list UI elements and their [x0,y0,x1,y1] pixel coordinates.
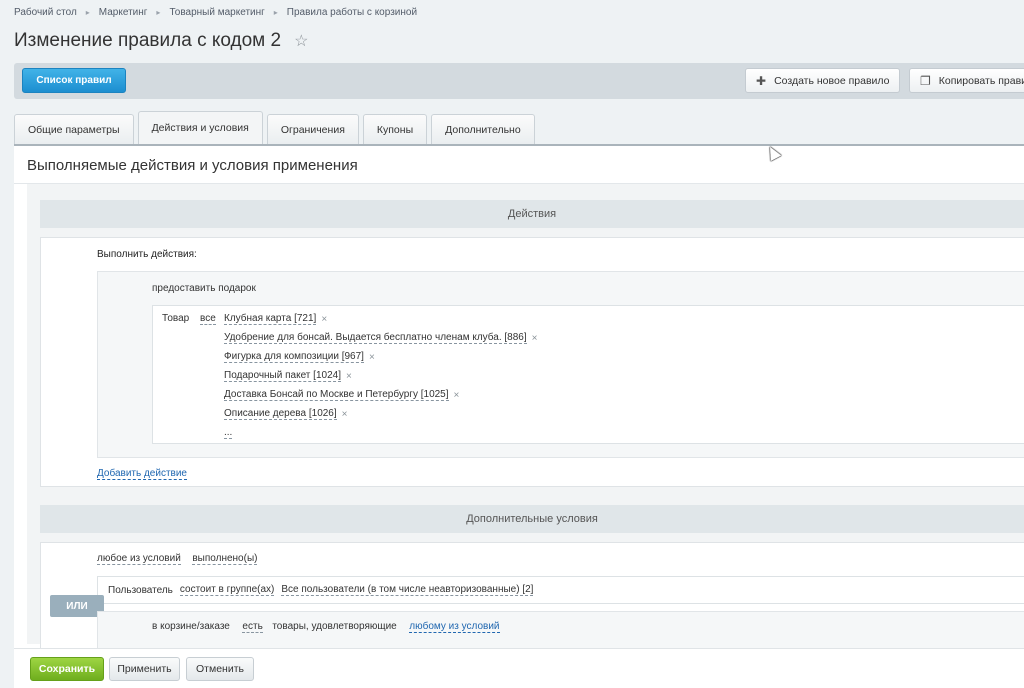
tab-bar: Общие параметры Действия и условия Огран… [14,111,539,145]
gift-item-label[interactable]: Подарочный пакет [1024] [224,370,341,382]
breadcrumb-item[interactable]: Правила работы с корзиной [287,7,417,18]
apply-button[interactable]: Применить [109,657,180,681]
execute-actions-label: Выполнить действия: [97,249,197,260]
gift-action-label: предоставить подарок [152,283,256,294]
tab-coupons[interactable]: Купоны [362,114,428,144]
chevron-right-icon: ▸ [273,8,278,17]
goods-matching-label: товары, удовлетворяющие [272,621,397,632]
remove-icon[interactable]: × [346,371,352,382]
actions-section-header: Действия [40,200,1024,228]
gift-item: Удобрение для бонсай. Выдается бесплатно… [224,332,537,344]
remove-icon[interactable]: × [321,314,327,325]
gift-item-label[interactable]: Доставка Бонсай по Москве и Петербургу [… [224,389,449,401]
gift-item: Описание дерева [1026] × [224,408,348,420]
page-title-text: Изменение правила с кодом 2 [14,30,282,51]
gift-item-label[interactable]: Удобрение для бонсай. Выдается бесплатно… [224,332,527,344]
product-label: Товар [162,313,190,324]
conditions-section-header: Дополнительные условия [40,505,1024,533]
rule-list-button[interactable]: Список правил [22,68,126,93]
member-of-selector[interactable]: состоит в группе(ах) [179,584,275,596]
page-title: Изменение правила с кодом 2 ☆ [14,30,308,52]
gift-item-label[interactable]: Клубная карта [721] [224,313,317,325]
remove-icon[interactable]: × [342,409,348,420]
add-action-link[interactable]: Добавить действие [97,468,187,480]
star-icon[interactable]: ☆ [294,31,308,51]
tab-additional[interactable]: Дополнительно [431,114,535,144]
gift-item: Клубная карта [721] × [224,313,327,325]
or-badge: ИЛИ [50,595,104,617]
basket-condition: в корзине/заказе есть товары, удовлетвор… [152,621,500,633]
breadcrumb: Рабочий стол ▸ Маркетинг ▸ Товарный марк… [14,7,417,18]
user-group-selector[interactable]: Все пользователи (в том числе неавторизо… [281,584,534,596]
more-items-link[interactable]: ... [224,427,233,439]
fulfilled-selector[interactable]: выполнено(ы) [192,553,258,565]
any-of-selector[interactable]: любое из условий [97,553,181,565]
remove-icon[interactable]: × [454,390,460,401]
gift-item-label[interactable]: Описание дерева [1026] [224,408,337,420]
basket-label: в корзине/заказе [152,621,230,632]
save-button[interactable]: Сохранить [30,657,104,681]
plus-icon: ✚ [756,73,767,88]
gift-more: ... [224,427,233,439]
condition-logic: любое из условий выполнено(ы) [97,553,258,565]
gift-item: Доставка Бонсай по Москве и Петербургу [… [224,389,459,401]
gift-item: Подарочный пакет [1024] × [224,370,352,382]
chevron-right-icon: ▸ [85,8,90,17]
copy-rule-label: Копировать прави [938,74,1024,87]
chevron-right-icon: ▸ [156,8,161,17]
tab-actions-conditions[interactable]: Действия и условия [137,111,263,144]
any-condition-selector[interactable]: любому из условий [409,621,500,633]
exists-selector[interactable]: есть [242,621,263,633]
remove-icon[interactable]: × [532,333,538,344]
cancel-button[interactable]: Отменить [186,657,254,681]
copy-icon: ❐ [920,73,931,88]
breadcrumb-item[interactable]: Маркетинг [99,7,148,18]
user-condition-row: Пользователь состоит в группе(ах) Все по… [97,576,1024,604]
panel-title: Выполняемые действия и условия применени… [27,157,358,174]
gift-item: Фигурка для композиции [967] × [224,351,375,363]
all-selector[interactable]: все [200,313,216,325]
create-rule-button[interactable]: ✚ Создать новое правило [745,68,900,93]
tab-restrictions[interactable]: Ограничения [266,114,359,144]
create-rule-label: Создать новое правило [774,74,890,87]
tab-general[interactable]: Общие параметры [14,114,134,144]
copy-rule-button[interactable]: ❐ Копировать прави [909,68,1024,93]
remove-icon[interactable]: × [369,352,375,363]
user-label: Пользователь [108,584,173,596]
breadcrumb-item[interactable]: Товарный маркетинг [169,7,264,18]
breadcrumb-item[interactable]: Рабочий стол [14,7,77,18]
gift-item-label[interactable]: Фигурка для композиции [967] [224,351,364,363]
